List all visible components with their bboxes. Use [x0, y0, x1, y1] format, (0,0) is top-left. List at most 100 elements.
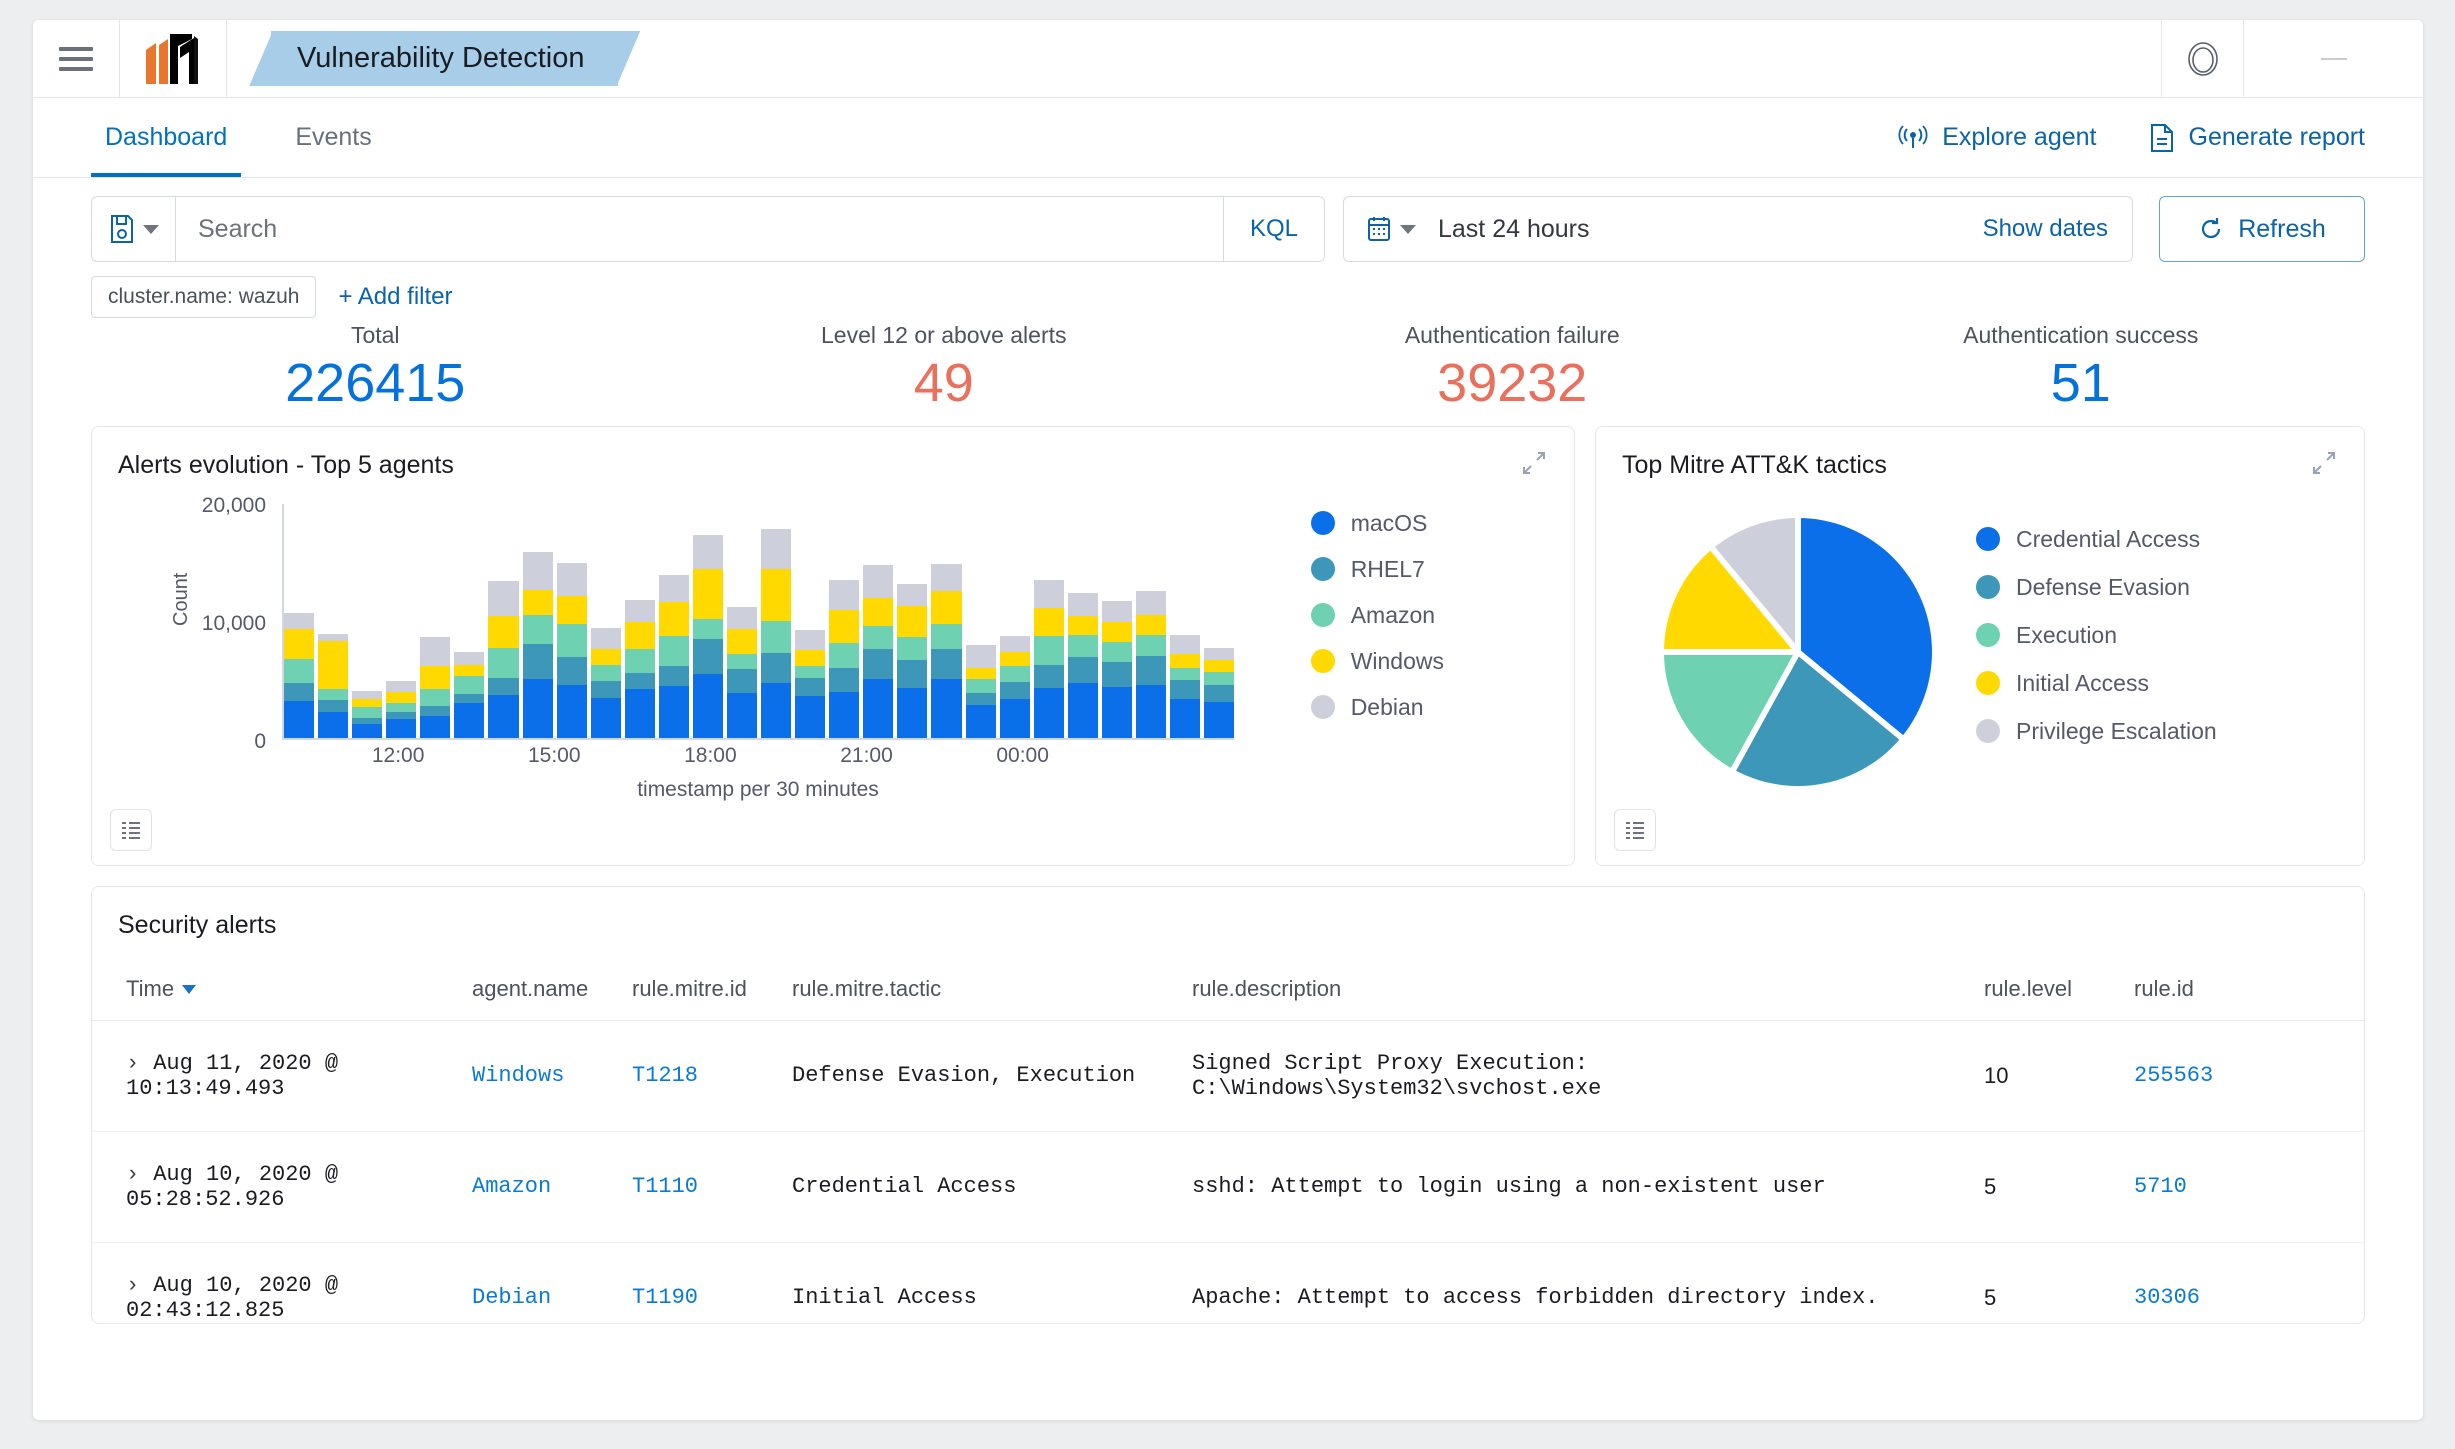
bar-chart-bar[interactable]	[829, 579, 860, 738]
bar-chart-bar[interactable]	[284, 612, 315, 738]
account-button[interactable]	[2161, 20, 2243, 97]
cell-mitre-id[interactable]: T1110	[632, 1131, 792, 1243]
query-language-button[interactable]: KQL	[1222, 197, 1324, 261]
explore-agent-button[interactable]: Explore agent	[1898, 123, 2097, 152]
bar-segment-debian	[727, 606, 758, 630]
bar-chart-bar[interactable]	[352, 690, 383, 738]
bar-chart-bar[interactable]	[1067, 592, 1098, 738]
bar-segment-amazon	[556, 624, 587, 658]
bar-segment-amazon	[829, 643, 860, 669]
bar-segment-debian	[692, 534, 724, 569]
bar-chart-bar[interactable]	[931, 564, 962, 738]
bar-chart-bar[interactable]	[624, 599, 655, 738]
expand-icon[interactable]	[1520, 449, 1548, 477]
cell-agent-name[interactable]: Windows	[472, 1020, 632, 1132]
header-overflow-area[interactable]	[2243, 20, 2423, 97]
inspect-data-button[interactable]	[1614, 808, 1656, 851]
table-row[interactable]: › Aug 10, 2020 @ 05:28:52.926 Amazon T1110 C…	[92, 1131, 2364, 1243]
legend-item-credential-access[interactable]: Credential Access	[1976, 526, 2217, 553]
cell-mitre-id[interactable]: T1190	[632, 1242, 792, 1353]
bar-chart-bar[interactable]	[761, 528, 792, 738]
bar-chart-bar[interactable]	[999, 636, 1030, 738]
cell-time[interactable]: › Aug 11, 2020 @ 10:13:49.493	[92, 1020, 472, 1132]
bar-segment-windows	[284, 629, 315, 659]
bar-chart-bar[interactable]	[318, 633, 349, 738]
date-quick-select-button[interactable]	[1344, 197, 1438, 261]
bar-chart-ytick-0: 0	[254, 729, 266, 753]
expand-row-icon[interactable]: ›	[126, 1051, 139, 1076]
tab-events[interactable]: Events	[281, 98, 385, 177]
bar-chart-bar[interactable]	[863, 565, 894, 738]
column-header-rule-level[interactable]: rule.level	[1984, 965, 2134, 1021]
bar-chart-bar[interactable]	[556, 563, 587, 738]
show-dates-button[interactable]: Show dates	[1983, 197, 2132, 261]
date-range-value[interactable]: Last 24 hours	[1438, 197, 1983, 261]
bar-segment-windows	[829, 610, 860, 644]
column-header-rule-id[interactable]: rule.id	[2134, 965, 2364, 1021]
bar-chart-bar[interactable]	[795, 630, 826, 738]
legend-item-macos[interactable]: macOS	[1310, 510, 1444, 537]
expand-row-icon[interactable]: ›	[126, 1273, 139, 1298]
add-filter-button[interactable]: + Add filter	[338, 283, 452, 311]
column-header-mitre-tactic[interactable]: rule.mitre.tactic	[792, 965, 1192, 1021]
cell-agent-name[interactable]: Debian	[472, 1242, 632, 1353]
saved-query-button[interactable]	[92, 197, 176, 261]
legend-item-defense-evasion[interactable]: Defense Evasion	[1976, 574, 2217, 601]
bar-chart-bar[interactable]	[420, 637, 451, 738]
bar-chart-bar[interactable]	[1135, 591, 1167, 738]
legend-item-initial-access[interactable]: Initial Access	[1976, 670, 2217, 697]
bar-chart-bar[interactable]	[1101, 600, 1132, 738]
legend-item-rhel7[interactable]: RHEL7	[1310, 556, 1444, 583]
legend-item-privilege-escalation[interactable]: Privilege Escalation	[1976, 718, 2217, 745]
cell-rule-id[interactable]: 30306	[2134, 1242, 2364, 1353]
bar-chart-bar[interactable]	[965, 644, 996, 738]
filter-pill-cluster-name[interactable]: cluster.name: wazuh	[91, 276, 317, 318]
cell-rule-id[interactable]: 255563	[2134, 1020, 2364, 1132]
inspect-data-button[interactable]	[110, 808, 152, 851]
legend-item-debian[interactable]: Debian	[1310, 694, 1444, 721]
generate-report-button[interactable]: Generate report	[2149, 123, 2365, 153]
column-header-description[interactable]: rule.description	[1192, 965, 1984, 1021]
legend-item-execution[interactable]: Execution	[1976, 622, 2217, 649]
cell-time[interactable]: › Aug 10, 2020 @ 05:28:52.926	[92, 1131, 472, 1243]
bar-segment-amazon	[692, 618, 724, 639]
bar-chart-bar[interactable]	[1170, 635, 1201, 738]
bar-chart-bar[interactable]	[692, 534, 724, 738]
hamburger-menu-button[interactable]	[33, 20, 119, 97]
bar-chart-bar[interactable]	[522, 552, 553, 738]
tab-dashboard[interactable]: Dashboard	[91, 98, 242, 177]
legend-item-amazon[interactable]: Amazon	[1310, 602, 1444, 629]
table-body: › Aug 11, 2020 @ 10:13:49.493 Windows T1218…	[92, 1020, 2364, 1353]
bar-chart-bar[interactable]	[897, 584, 928, 738]
cell-mitre-id[interactable]: T1218	[632, 1020, 792, 1132]
refresh-button[interactable]: Refresh	[2159, 196, 2365, 262]
bar-chart-bar[interactable]	[590, 627, 621, 738]
bar-chart-plot-area[interactable]	[282, 503, 1235, 740]
bar-chart-bar[interactable]	[1033, 579, 1064, 738]
cell-time[interactable]: › Aug 10, 2020 @ 02:43:12.825	[92, 1242, 472, 1353]
bar-chart-bar[interactable]	[727, 606, 758, 738]
table-row[interactable]: › Aug 11, 2020 @ 10:13:49.493 Windows T1218…	[92, 1020, 2364, 1132]
column-header-agent-name[interactable]: agent.name	[472, 965, 632, 1021]
bar-chart-bar[interactable]	[658, 574, 689, 738]
legend-item-windows[interactable]: Windows	[1310, 648, 1444, 675]
bar-segment-windows	[999, 651, 1030, 666]
cell-agent-name[interactable]: Amazon	[472, 1131, 632, 1243]
search-input[interactable]: Search	[176, 197, 1223, 261]
bar-chart-bar[interactable]	[454, 651, 485, 738]
expand-icon[interactable]	[2310, 449, 2338, 477]
bar-segment-macos	[727, 692, 758, 738]
table-row[interactable]: › Aug 10, 2020 @ 02:43:12.825 Debian T1190 I…	[92, 1242, 2364, 1353]
column-header-mitre-id[interactable]: rule.mitre.id	[632, 965, 792, 1021]
bar-chart-bar[interactable]	[386, 681, 417, 738]
bar-segment-windows	[386, 691, 417, 704]
bar-segment-amazon	[897, 637, 928, 660]
bar-chart-bar[interactable]	[488, 580, 519, 738]
bar-segment-windows	[727, 629, 758, 654]
wazuh-logo[interactable]	[119, 20, 227, 97]
cell-rule-id[interactable]: 5710	[2134, 1131, 2364, 1243]
pie-chart-graphic[interactable]	[1664, 517, 1932, 786]
bar-chart-bar[interactable]	[1204, 648, 1235, 738]
column-header-time[interactable]: Time	[92, 965, 472, 1021]
expand-row-icon[interactable]: ›	[126, 1162, 139, 1187]
